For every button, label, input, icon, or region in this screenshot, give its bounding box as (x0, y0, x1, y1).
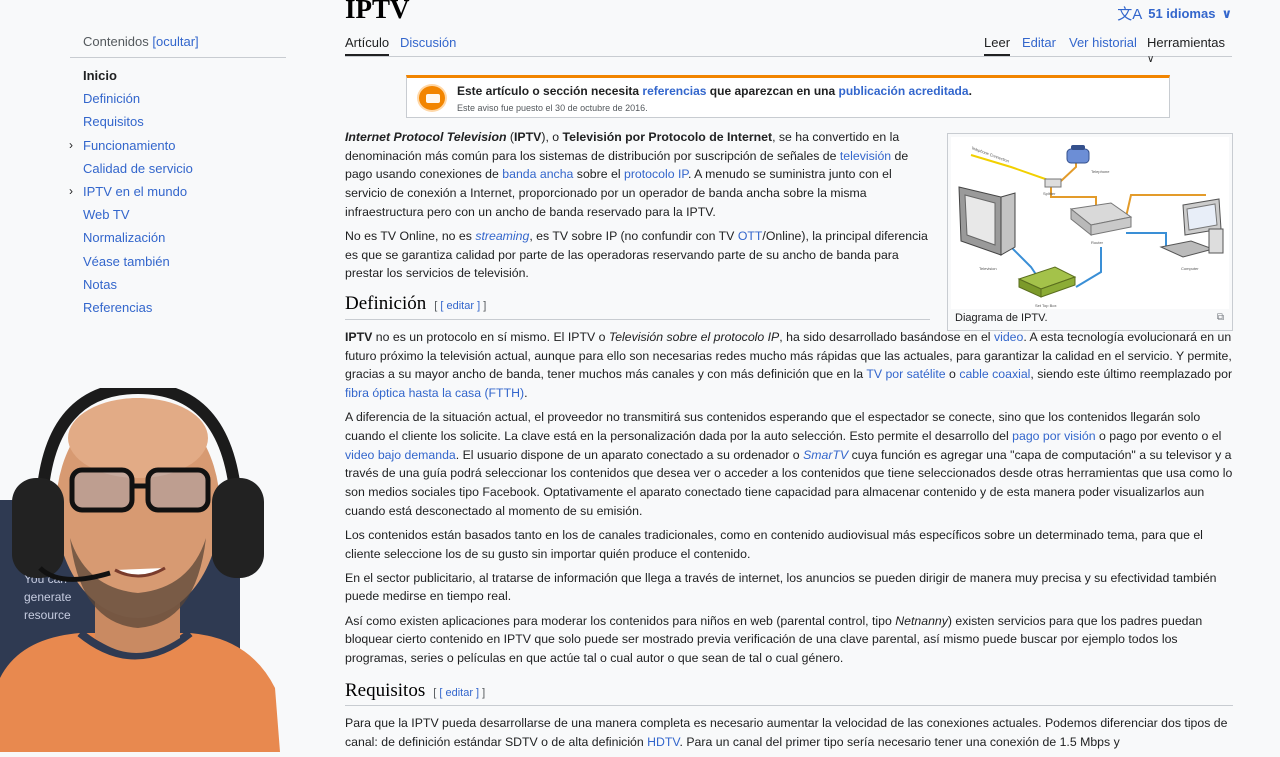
tab-ver-historial[interactable]: Ver historial (1069, 35, 1137, 54)
link-television[interactable]: televisión (840, 149, 891, 163)
toc-item-definicion[interactable]: Definición (70, 87, 300, 110)
toc-item-vease[interactable]: Véase también (70, 250, 300, 273)
notice-date: Este aviso fue puesto el 30 de octubre d… (457, 103, 648, 113)
book-icon (417, 84, 447, 112)
intro-paragraph-2: No es TV Online, no es streaming, es TV … (345, 229, 928, 281)
chevron-right-icon[interactable]: › (69, 134, 73, 157)
toc-item-iptv-mundo[interactable]: › IPTV en el mundo (69, 180, 300, 203)
notice-text: Este artículo o sección necesita referen… (457, 84, 972, 98)
definicion-paragraph-3: Los contenidos están basados tanto en lo… (345, 527, 1203, 561)
link-video-bajo-demanda[interactable]: video bajo demanda (345, 448, 456, 462)
section-heading-requisitos: Requisitos[ [ editar ] ] (345, 681, 1233, 707)
table-of-contents: Contenidos [ocultar] Inicio Definición R… (69, 30, 300, 319)
references-notice: Este artículo o sección necesita referen… (406, 75, 1170, 118)
tab-leer[interactable]: Leer (984, 35, 1011, 56)
toc-item-web-tv[interactable]: Web TV (70, 203, 300, 226)
chevron-down-icon: ∨ (1147, 54, 1155, 65)
notice-link-publicacion[interactable]: publicación acreditada (839, 84, 969, 98)
toc-item-inicio[interactable]: Inicio (70, 64, 300, 87)
link-banda-ancha[interactable]: banda ancha (502, 167, 573, 181)
definicion-paragraph-1: IPTV no es un protocolo en sí mismo. El … (345, 329, 1233, 400)
requisitos-paragraph-1: Para que la IPTV pueda desarrollarse de … (345, 716, 1228, 750)
link-cable-coaxial[interactable]: cable coaxial (959, 367, 1030, 381)
link-ftth[interactable]: fibra óptica hasta la casa (FTTH) (345, 386, 524, 400)
link-tv-satelite[interactable]: TV por satélite (866, 367, 945, 381)
chevron-right-icon[interactable]: › (69, 180, 73, 203)
definicion-paragraph-2: A diferencia de la situación actual, el … (345, 410, 1233, 518)
toc-item-calidad[interactable]: Calidad de servicio (70, 157, 300, 180)
definicion-paragraph-5: Así como existen aplicaciones para moder… (345, 613, 1203, 666)
toc-item-funcionamiento[interactable]: › Funcionamiento (69, 134, 300, 157)
toc-hide-link[interactable]: [ocultar] (152, 34, 198, 49)
link-pago-por-vision[interactable]: pago por visión (1012, 429, 1095, 443)
toc-item-referencias[interactable]: Referencias (70, 296, 300, 319)
notice-link-referencias[interactable]: referencias (642, 84, 706, 98)
link-protocolo-ip[interactable]: protocolo IP (624, 167, 688, 181)
toc-item-requisitos[interactable]: Requisitos (70, 110, 300, 133)
tab-discusion[interactable]: Discusión (400, 35, 456, 54)
link-video[interactable]: video (994, 330, 1023, 344)
section-heading-definicion: Definición[ [ editar ] ] (345, 294, 930, 320)
article-content: Internet Protocol Television (IPTV), o T… (345, 128, 1233, 757)
language-selector[interactable]: 文A 51 idiomas ∨ (1117, 3, 1232, 24)
toc-heading: Contenidos [ocultar] (70, 30, 286, 58)
presenter-figure (0, 388, 280, 752)
intro-paragraph-1: Internet Protocol Television (IPTV), o T… (345, 130, 909, 219)
tab-herramientas[interactable]: Herramientas ∨ (1147, 35, 1232, 69)
page-tabs: Artículo Discusión Leer Editar Ver histo… (345, 33, 1232, 65)
toc-item-normalizacion[interactable]: Normalización (70, 226, 300, 249)
page-title: IPTV (345, 0, 410, 24)
toc-title: Contenidos (83, 34, 149, 49)
edit-section-link[interactable]: [ [ editar ] ] (433, 687, 485, 699)
toc-list: Inicio Definición Requisitos › Funcionami… (69, 64, 300, 319)
definicion-paragraph-4: En el sector publicitario, al tratarse d… (345, 570, 1217, 604)
edit-section-link[interactable]: [ [ editar ] ] (434, 300, 486, 312)
chevron-down-icon: ∨ (1221, 5, 1232, 21)
toc-item-notas[interactable]: Notas (70, 273, 300, 296)
link-smartv[interactable]: SmarTV (803, 448, 848, 462)
link-streaming[interactable]: streaming (475, 229, 529, 243)
tab-editar[interactable]: Editar (1022, 35, 1056, 54)
link-ott[interactable]: OTT (738, 229, 763, 243)
language-count: 51 idiomas (1148, 6, 1216, 21)
translate-icon: 文A (1117, 6, 1143, 23)
webcam-overlay: You can generate resource (0, 388, 280, 752)
tab-articulo[interactable]: Artículo (345, 35, 390, 56)
link-hdtv[interactable]: HDTV (647, 735, 679, 749)
